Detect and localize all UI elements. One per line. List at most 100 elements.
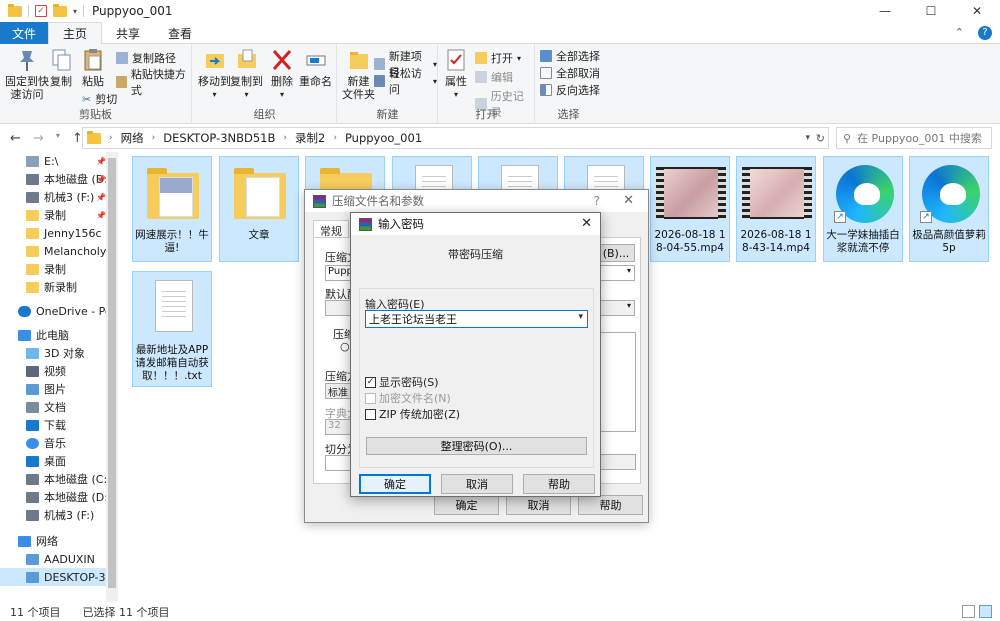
cancel-button[interactable]: 取消: [506, 495, 571, 515]
minimize-button[interactable]: —: [862, 0, 908, 22]
file-tile[interactable]: 最新地址及APP请发邮箱自动获取！！！.txt: [132, 271, 212, 387]
nav-item[interactable]: 机械3 (F:) 📌: [0, 188, 118, 206]
nav-scrollbar[interactable]: [106, 152, 118, 602]
drive-icon: [26, 173, 39, 185]
chevron-down-icon[interactable]: ▾: [578, 312, 583, 322]
file-tile[interactable]: ↗ 极品高颜值萝莉5p: [909, 156, 989, 262]
nav-item-selected[interactable]: DESKTOP-3NB: [0, 568, 118, 586]
tab-file[interactable]: 文件: [0, 22, 49, 44]
navigation-pane: E:\ 📌 本地磁盘 (D:) 📌 机械3 (F:) 📌 录制 📌 Jenny156c …: [0, 152, 118, 602]
search-input[interactable]: 在 Puppyoo_001 中搜索: [857, 130, 982, 146]
easy-access-button[interactable]: 轻松访问 ▾: [374, 65, 437, 97]
help-button[interactable]: 帮助: [578, 495, 643, 515]
browse-button[interactable]: (B)...: [597, 244, 635, 262]
address-bar[interactable]: › 网络 › DESKTOP-3NBD51B › 录制2 › Puppyoo_0…: [82, 127, 829, 149]
show-password-checkbox[interactable]: ✓ 显示密码(S): [365, 374, 439, 390]
copy-to-button[interactable]: 复制到 ▾: [230, 48, 263, 101]
nav-item[interactable]: 录制 📌: [0, 206, 118, 224]
nav-item[interactable]: 机械3 (F:): [0, 506, 118, 524]
zip-legacy-encryption-checkbox[interactable]: ZIP 传统加密(Z): [365, 406, 460, 422]
maximize-button[interactable]: ☐: [908, 0, 954, 22]
paste-button[interactable]: 粘贴: [82, 48, 104, 88]
nav-item[interactable]: 新录制: [0, 278, 118, 296]
nav-item[interactable]: 图片: [0, 380, 118, 398]
nav-item[interactable]: 本地磁盘 (D:): [0, 488, 118, 506]
search-box[interactable]: ⚲ 在 Puppyoo_001 中搜索: [836, 127, 992, 149]
pin-quick-access-button[interactable]: 固定到快 速访问: [5, 48, 49, 101]
ok-button[interactable]: 确定: [434, 495, 499, 515]
nav-item[interactable]: 3D 对象: [0, 344, 118, 362]
new-folder-button[interactable]: 新建 文件夹: [342, 48, 375, 101]
tab-share[interactable]: 共享: [102, 22, 154, 44]
nav-item[interactable]: 本地磁盘 (C:): [0, 470, 118, 488]
customize-toolbar-icon[interactable]: ▾: [73, 7, 77, 16]
breadcrumb-current[interactable]: Puppyoo_001: [345, 131, 422, 145]
breadcrumb-desktop[interactable]: DESKTOP-3NBD51B: [163, 131, 275, 145]
dialog-close-button[interactable]: ✕: [581, 216, 592, 231]
move-to-button[interactable]: 移动到 ▾: [198, 48, 231, 101]
nav-item[interactable]: 本地磁盘 (D:) 📌: [0, 170, 118, 188]
nav-item[interactable]: 视频: [0, 362, 118, 380]
forward-icon[interactable]: →: [33, 131, 44, 146]
nav-item[interactable]: 录制: [0, 260, 118, 278]
properties-button[interactable]: 属性 ▾: [445, 48, 467, 101]
delete-button[interactable]: 删除 ▾: [271, 48, 293, 101]
help-icon[interactable]: ?: [978, 26, 992, 40]
open-button[interactable]: 打开 ▾: [475, 50, 521, 66]
help-button[interactable]: 帮助: [523, 474, 595, 494]
properties-icon: [445, 48, 467, 72]
file-tile[interactable]: ↗ 大一学妹抽插白浆就流不停: [823, 156, 903, 262]
nav-item[interactable]: 音乐: [0, 434, 118, 452]
nav-item[interactable]: AADUXIN: [0, 550, 118, 568]
refresh-icon[interactable]: ↻: [816, 132, 825, 145]
paste-shortcut-button[interactable]: 粘贴快捷方式: [116, 66, 191, 98]
dialog-help-icon[interactable]: ?: [594, 194, 600, 208]
edit-button[interactable]: 编辑: [475, 69, 513, 85]
drive-icon: [26, 509, 39, 521]
nav-item[interactable]: 下载: [0, 416, 118, 434]
desktop-icon: [26, 455, 39, 467]
large-icons-view-icon[interactable]: [979, 605, 992, 618]
dialog-close-button[interactable]: ✕: [623, 193, 634, 208]
cancel-button[interactable]: 取消: [441, 474, 513, 494]
invert-selection-button[interactable]: 反向选择: [540, 82, 600, 98]
nav-item[interactable]: Jenny156c: [0, 224, 118, 242]
tab-view[interactable]: 查看: [154, 22, 206, 44]
encrypt-filenames-checkbox[interactable]: 加密文件名(N): [365, 390, 451, 406]
new-folder-icon[interactable]: [53, 3, 67, 17]
rename-icon: [305, 48, 327, 72]
close-button[interactable]: ✕: [954, 0, 1000, 22]
organize-passwords-button[interactable]: 整理密码(O)...: [366, 437, 587, 455]
nav-item[interactable]: MelancholyChr: [0, 242, 118, 260]
nav-item-onedrive[interactable]: OneDrive - Perso: [0, 302, 118, 320]
recent-locations-icon[interactable]: ▾: [56, 131, 60, 146]
properties-icon[interactable]: ✓: [35, 5, 47, 17]
file-tile[interactable]: 文章: [219, 156, 299, 262]
nav-item-network[interactable]: 网络: [0, 532, 118, 550]
breadcrumb-recording2[interactable]: 录制2: [295, 130, 325, 146]
details-view-icon[interactable]: [962, 605, 975, 618]
tab-home[interactable]: 主页: [48, 22, 103, 45]
password-input[interactable]: 上老王论坛当老王 ▾: [365, 310, 588, 328]
nav-item[interactable]: 桌面: [0, 452, 118, 470]
nav-item[interactable]: 文档: [0, 398, 118, 416]
video-icon: [26, 365, 39, 377]
select-none-button[interactable]: 全部取消: [540, 65, 600, 81]
cut-button[interactable]: ✂ 剪切: [82, 91, 117, 107]
pin-icon: 📌: [96, 210, 106, 220]
scrollbar-thumb[interactable]: [108, 158, 116, 588]
file-tile[interactable]: 2026-08-18 18-04-55.mp4: [650, 156, 730, 262]
file-tile[interactable]: 网速展示！！牛逼!: [132, 156, 212, 262]
copy-button[interactable]: 复制: [50, 48, 72, 88]
nav-item-this-pc[interactable]: 此电脑: [0, 326, 118, 344]
ok-button[interactable]: 确定: [359, 474, 431, 494]
nav-item[interactable]: E:\ 📌: [0, 152, 118, 170]
file-tile[interactable]: 2026-08-18 18-43-14.mp4: [736, 156, 816, 262]
address-dropdown-icon[interactable]: ▾: [805, 133, 810, 143]
rename-button[interactable]: 重命名: [299, 48, 332, 88]
copy-path-button[interactable]: 复制路径: [116, 50, 176, 66]
back-icon[interactable]: ←: [10, 131, 21, 146]
select-all-button[interactable]: 全部选择: [540, 48, 600, 64]
collapse-ribbon-icon[interactable]: ⌃: [955, 26, 964, 40]
breadcrumb-network[interactable]: 网络: [121, 130, 144, 146]
